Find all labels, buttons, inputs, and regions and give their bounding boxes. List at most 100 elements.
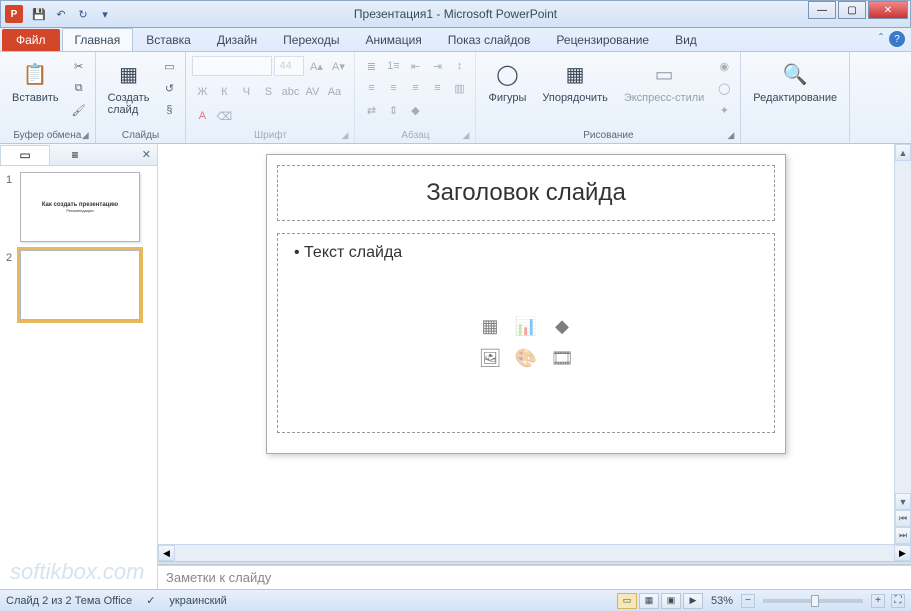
align-vertical-icon[interactable]: ⇕ xyxy=(383,100,403,120)
strike-icon[interactable]: abc xyxy=(280,82,300,102)
zoom-thumb[interactable] xyxy=(811,595,819,607)
line-spacing-icon[interactable]: ↕ xyxy=(449,56,469,76)
zoom-slider[interactable] xyxy=(763,599,863,603)
shape-outline-icon[interactable]: ◯ xyxy=(714,78,734,98)
panel-close-icon[interactable]: ✕ xyxy=(142,148,151,161)
spacing-icon[interactable]: AV xyxy=(302,82,322,102)
shape-effects-icon[interactable]: ✦ xyxy=(714,100,734,120)
view-slideshow-icon[interactable]: ▶ xyxy=(683,593,703,609)
title-placeholder[interactable]: Заголовок слайда xyxy=(277,165,775,221)
shadow-icon[interactable]: S xyxy=(258,82,278,102)
tab-transitions[interactable]: Переходы xyxy=(270,28,352,51)
font-color-icon[interactable]: A xyxy=(192,106,212,126)
justify-icon[interactable]: ≡ xyxy=(427,78,447,98)
maximize-button[interactable]: ▢ xyxy=(838,1,866,19)
zoom-value[interactable]: 53% xyxy=(711,595,733,607)
clear-format-icon[interactable]: ⌫ xyxy=(214,106,234,126)
tab-review[interactable]: Рецензирование xyxy=(543,28,662,51)
drawing-dialog-launcher[interactable]: ◢ xyxy=(727,130,734,141)
arrange-icon: ▦ xyxy=(559,58,591,90)
arrange-button[interactable]: ▦ Упорядочить xyxy=(536,56,613,106)
align-center-icon[interactable]: ≡ xyxy=(383,78,403,98)
tab-animation[interactable]: Анимация xyxy=(352,28,434,51)
columns-icon[interactable]: ▥ xyxy=(449,78,469,98)
case-icon[interactable]: Aa xyxy=(324,82,344,102)
fit-to-window-button[interactable]: ⛶ xyxy=(891,594,905,608)
tab-design[interactable]: Дизайн xyxy=(204,28,270,51)
align-left-icon[interactable]: ≡ xyxy=(361,78,381,98)
thumbnail-item[interactable]: 2 xyxy=(6,250,151,320)
new-slide-button[interactable]: ▦ Создать слайд xyxy=(102,56,156,118)
horizontal-scrollbar[interactable]: ◀ ▶ xyxy=(158,544,911,561)
status-language[interactable]: украинский xyxy=(169,595,226,607)
minimize-button[interactable]: — xyxy=(808,1,836,19)
redo-icon[interactable]: ↻ xyxy=(75,6,91,22)
status-spell-icon[interactable]: ✓ xyxy=(146,594,155,607)
text-direction-icon[interactable]: ⇄ xyxy=(361,100,381,120)
insert-chart-icon[interactable]: 📊 xyxy=(511,314,541,340)
paste-button[interactable]: 📋 Вставить xyxy=(6,56,65,106)
italic-icon[interactable]: К xyxy=(214,82,234,102)
outline-panel-tab[interactable]: ≡ xyxy=(50,145,100,165)
align-right-icon[interactable]: ≡ xyxy=(405,78,425,98)
view-sorter-icon[interactable]: ▦ xyxy=(639,593,659,609)
shrink-font-icon[interactable]: A▾ xyxy=(328,56,348,76)
scroll-right-icon[interactable]: ▶ xyxy=(894,545,911,561)
insert-picture-icon[interactable]: 🖼 xyxy=(475,346,505,372)
content-placeholder[interactable]: Текст слайда ▦ 📊 ◆ 🖼 🎨 🎞 xyxy=(277,233,775,433)
indent-increase-icon[interactable]: ⇥ xyxy=(427,56,447,76)
slides-panel-tab[interactable]: ▭ xyxy=(0,145,50,165)
smartart-convert-icon[interactable]: ◆ xyxy=(405,100,425,120)
vertical-scrollbar[interactable]: ▲ ▼ ⏮ ⏭ xyxy=(894,144,911,544)
insert-table-icon[interactable]: ▦ xyxy=(475,314,505,340)
tab-slideshow[interactable]: Показ слайдов xyxy=(435,28,544,51)
insert-clipart-icon[interactable]: 🎨 xyxy=(511,346,541,372)
section-icon[interactable]: § xyxy=(159,100,179,120)
format-painter-icon[interactable]: 🖌 xyxy=(69,100,89,120)
view-normal-icon[interactable]: ▭ xyxy=(617,593,637,609)
paragraph-dialog-launcher[interactable]: ◢ xyxy=(463,130,470,141)
next-slide-icon[interactable]: ⏭ xyxy=(895,527,911,544)
clipboard-dialog-launcher[interactable]: ◢ xyxy=(82,130,89,141)
tab-view[interactable]: Вид xyxy=(662,28,710,51)
shape-fill-icon[interactable]: ◉ xyxy=(714,56,734,76)
zoom-in-button[interactable]: + xyxy=(871,594,885,608)
scroll-left-icon[interactable]: ◀ xyxy=(158,545,175,561)
bold-icon[interactable]: Ж xyxy=(192,82,212,102)
qat-more-icon[interactable]: ▾ xyxy=(97,6,113,22)
layout-icon[interactable]: ▭ xyxy=(159,56,179,76)
scroll-up-icon[interactable]: ▲ xyxy=(895,144,911,161)
scroll-down-icon[interactable]: ▼ xyxy=(895,493,911,510)
help-icon[interactable]: ? xyxy=(889,31,905,47)
tab-insert[interactable]: Вставка xyxy=(133,28,204,51)
indent-decrease-icon[interactable]: ⇤ xyxy=(405,56,425,76)
insert-media-icon[interactable]: 🎞 xyxy=(547,346,577,372)
grow-font-icon[interactable]: A▴ xyxy=(306,56,326,76)
font-name-combo[interactable] xyxy=(192,56,272,76)
insert-smartart-icon[interactable]: ◆ xyxy=(547,314,577,340)
view-reading-icon[interactable]: ▣ xyxy=(661,593,681,609)
cut-icon[interactable]: ✂ xyxy=(69,56,89,76)
font-dialog-launcher[interactable]: ◢ xyxy=(342,130,349,141)
editing-button[interactable]: 🔍 Редактирование xyxy=(747,56,843,106)
thumbnail-item[interactable]: 1 Как создать презентацию Рекомендации xyxy=(6,172,151,242)
zoom-out-button[interactable]: − xyxy=(741,594,755,608)
slide-canvas[interactable]: Заголовок слайда Текст слайда ▦ 📊 ◆ 🖼 🎨 … xyxy=(266,154,786,454)
undo-icon[interactable]: ↶ xyxy=(53,6,69,22)
tab-home[interactable]: Главная xyxy=(62,28,134,51)
new-slide-icon: ▦ xyxy=(113,58,145,90)
reset-icon[interactable]: ↺ xyxy=(159,78,179,98)
notes-pane[interactable]: Заметки к слайду xyxy=(158,565,911,589)
bullets-icon[interactable]: ≣ xyxy=(361,56,381,76)
prev-slide-icon[interactable]: ⏮ xyxy=(895,510,911,527)
numbering-icon[interactable]: 1≡ xyxy=(383,56,403,76)
close-button[interactable]: ✕ xyxy=(868,1,908,19)
font-size-combo[interactable]: 44 xyxy=(274,56,304,76)
quick-styles-button[interactable]: ▭ Экспресс-стили xyxy=(618,56,710,106)
underline-icon[interactable]: Ч xyxy=(236,82,256,102)
file-tab[interactable]: Файл xyxy=(2,29,60,51)
minimize-ribbon-icon[interactable]: ˆ xyxy=(879,31,883,47)
copy-icon[interactable]: ⧉ xyxy=(69,78,89,98)
shapes-button[interactable]: ◯ Фигуры xyxy=(482,56,532,106)
save-icon[interactable]: 💾 xyxy=(31,6,47,22)
